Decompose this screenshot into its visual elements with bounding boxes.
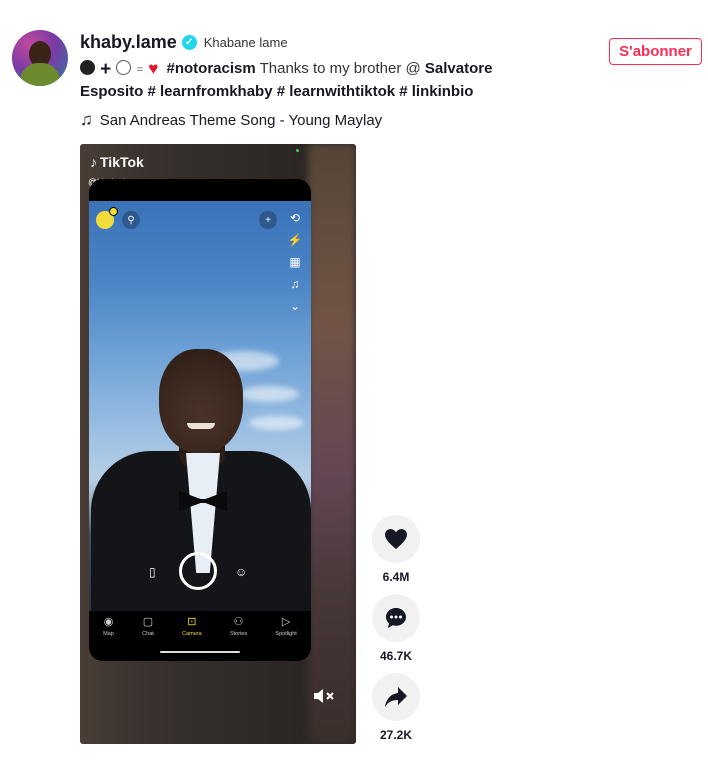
status-dot <box>296 149 299 152</box>
music-icon: ♫ <box>290 277 300 291</box>
author-line: khaby.lame ✓ Khabane lame <box>80 32 288 53</box>
add-friend-icon: + <box>259 211 277 229</box>
comment-count: 46.7K <box>379 649 413 663</box>
chevron-down-icon: ⌄ <box>289 299 301 313</box>
equals-icon: = <box>136 64 144 76</box>
camera-icon: ⊡ <box>187 616 197 628</box>
video-mode-icon: ▦ <box>289 255 301 269</box>
share-button[interactable] <box>372 673 420 721</box>
share-count: 27.2K <box>379 728 413 742</box>
heart-emoji-icon: ♥ <box>148 59 159 78</box>
comment-icon <box>386 608 406 628</box>
video-player[interactable]: ♪ TikTok @khaby.lame ⚲ + ⟲ ⚡ ▦ ♫ <box>80 144 356 744</box>
video-description: + = ♥ #notoracism Thanks to my brother @… <box>80 58 530 103</box>
avatar-body <box>20 63 60 86</box>
description-text: Thanks to my brother @ <box>259 60 421 77</box>
flip-camera-icon: ⟲ <box>289 211 301 225</box>
search-icon: ⚲ <box>122 211 140 229</box>
share-action: 27.2K <box>372 673 420 742</box>
music-title: San Andreas Theme Song - Young Maylay <box>99 111 383 129</box>
nav-chat: ▢ Chat <box>142 616 154 638</box>
nav-spotlight: ▷ Spotlight <box>275 616 297 638</box>
follow-button[interactable]: S'abonner <box>609 38 702 65</box>
cross-icon: + <box>100 59 112 80</box>
nav-label: Stories <box>229 631 248 637</box>
video-blurred-edge <box>308 144 356 744</box>
phone-screen: ⚲ + ⟲ ⚡ ▦ ♫ ⌄ ▯ ☺ ◉ Map ▢ Chat ⊡ Camera ⚇ St… <box>89 179 311 661</box>
memories-icon: ▯ <box>149 565 156 579</box>
chat-icon: ▢ <box>142 616 154 628</box>
nav-label: Spotlight <box>275 631 297 637</box>
like-count: 6.4M <box>382 570 410 584</box>
play-icon: ▷ <box>281 616 291 628</box>
nav-map: ◉ Map <box>103 616 114 638</box>
nav-label: Map <box>103 631 114 637</box>
heart-icon <box>385 529 407 549</box>
like-action: 6.4M <box>372 515 420 584</box>
comment-action: 46.7K <box>372 594 420 663</box>
author-username[interactable]: khaby.lame <box>80 32 177 53</box>
flash-icon: ⚡ <box>287 233 303 247</box>
snap-nav: ◉ Map ▢ Chat ⊡ Camera ⚇ Stories ▷ Spotlight <box>89 611 311 661</box>
shutter-button <box>179 552 217 590</box>
music-link[interactable]: ♫ San Andreas Theme Song - Young Maylay <box>80 110 382 130</box>
map-pin-icon: ◉ <box>103 616 114 628</box>
share-icon <box>385 687 407 707</box>
white-circle-icon <box>116 60 132 75</box>
stories-icon: ⚇ <box>233 616 244 628</box>
camera-view <box>89 201 311 611</box>
nav-camera: ⊡ Camera <box>182 616 202 638</box>
nav-label: Chat <box>142 631 154 637</box>
camera-tools: ⟲ ⚡ ▦ ♫ ⌄ <box>287 211 303 313</box>
nav-stories: ⚇ Stories <box>229 616 248 638</box>
author-avatar[interactable] <box>12 30 68 86</box>
face <box>159 349 243 453</box>
home-indicator <box>160 651 240 653</box>
description-hashtags[interactable]: Esposito # learnfromkhaby # learnwithtik… <box>80 83 473 100</box>
smile <box>187 423 215 429</box>
mention-link[interactable]: Salvatore <box>425 60 493 77</box>
verified-badge-icon: ✓ <box>181 35 197 50</box>
music-note-icon: ♫ <box>80 110 93 129</box>
comment-button[interactable] <box>372 594 420 642</box>
tiktok-note-icon: ♪ <box>90 154 97 170</box>
tiktok-watermark: ♪ TikTok <box>90 154 144 170</box>
notification-dot <box>109 207 118 216</box>
like-button[interactable] <box>372 515 420 563</box>
mute-icon[interactable] <box>313 687 335 709</box>
black-circle-icon <box>80 60 95 75</box>
author-nickname[interactable]: Khabane lame <box>204 35 288 50</box>
lens-icon: ☺ <box>235 565 248 579</box>
hashtag-notoracism[interactable]: #notoracism <box>167 60 256 77</box>
nav-label: Camera <box>182 631 202 637</box>
tiktok-logo-text: TikTok <box>100 154 144 170</box>
